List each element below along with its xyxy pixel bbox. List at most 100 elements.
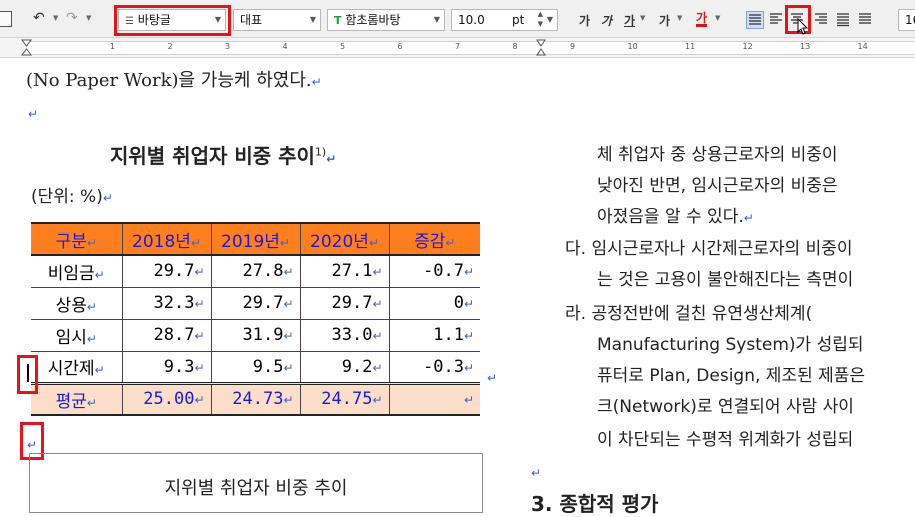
table-cell[interactable]: 27.1↵ (299, 255, 390, 288)
table-cell[interactable]: 32.3↵ (121, 287, 212, 320)
ruler-number: 11 (685, 42, 696, 51)
paragraph-no-paper-work: (No Paper Work)을 가능케 하였다.↵ (26, 70, 322, 91)
table-title: 지위별 취업자 비중 추이1)↵ (110, 144, 337, 168)
right-column-line: 는 것은 고용이 불안해진다는 측면이 (597, 270, 854, 290)
size-stepper-icon[interactable]: ▲ ▼ (538, 10, 543, 29)
document-page[interactable]: (No Paper Work)을 가능케 하였다.↵ ↵ 지위별 취업자 비중 … (0, 58, 915, 516)
table-header-cell[interactable]: 구분↵ (31, 222, 123, 256)
chevron-down-icon: ▼ (433, 15, 440, 24)
unit-label: (단위: %)↵ (31, 187, 113, 207)
align-left-icon[interactable] (768, 11, 786, 29)
strikethrough-button[interactable]: 가 (659, 12, 670, 29)
redo-icon[interactable]: ↷ (66, 10, 78, 26)
table-cell[interactable]: 29.7↵ (210, 287, 301, 320)
right-column-line: 아졌음을 알 수 있다.↵ (597, 207, 754, 227)
style-select-highlight (114, 5, 231, 36)
table-average-cell[interactable]: 25.00↵ (121, 381, 212, 416)
empty-paragraph-mark: ↵ (27, 438, 38, 452)
table-average-cell[interactable]: 24.73↵ (210, 381, 301, 416)
align-right-icon[interactable] (813, 11, 831, 29)
table-cell[interactable]: 1.1↵ (388, 319, 480, 352)
undo-icon[interactable]: ↶ (33, 10, 45, 26)
justify-align-icon[interactable] (746, 11, 764, 29)
table-cell[interactable]: -0.3↵ (388, 351, 480, 384)
table-average-cell[interactable]: 평균↵ (31, 381, 123, 416)
redo-dropdown-icon[interactable]: ▼ (86, 14, 91, 22)
split-align-icon[interactable] (857, 11, 875, 29)
menu-icon[interactable] (0, 11, 12, 27)
ruler-number: 4 (282, 42, 288, 51)
ruler-number: 1 (110, 42, 116, 51)
ruler-number: 2 (167, 42, 173, 51)
strikethrough-dropdown-icon[interactable]: ▼ (677, 14, 682, 22)
horizontal-ruler[interactable]: 123456789101112131415 (0, 38, 915, 58)
section-heading: 3. 종합적 평가 (531, 492, 659, 516)
table-row: 시간제↵ 9.3↵ 9.5↵ 9.2↵ -0.3↵ (31, 351, 480, 384)
ruler-track (26, 41, 915, 55)
table-cell[interactable]: 9.2↵ (299, 351, 390, 384)
font-size-input[interactable]: 10.0 pt ▲ ▼ ▼ (451, 9, 558, 31)
table-cell[interactable]: -0.7↵ (388, 255, 480, 288)
line-spacing-input[interactable]: 16 (898, 9, 915, 31)
underline-dropdown-icon[interactable]: ▼ (640, 14, 645, 22)
chart-box[interactable]: 지위별 취업자 비중 추이 (29, 453, 483, 513)
table-cell[interactable]: 상용↵ (31, 287, 123, 320)
table-cell[interactable]: 31.9↵ (210, 319, 301, 352)
table-cell[interactable]: 9.3↵ (121, 351, 212, 384)
bold-button[interactable]: 가 (579, 12, 590, 29)
table-cell[interactable]: 29.7↵ (121, 255, 212, 288)
table-end-mark: ↵ (487, 371, 498, 385)
font-color-button[interactable]: 가 (696, 12, 708, 27)
table-cell[interactable]: 33.0↵ (299, 319, 390, 352)
language-select[interactable]: 대표 ▼ (233, 9, 321, 31)
table-header-cell[interactable]: 2019년↵ (210, 222, 301, 256)
footnote-mark: 1) (314, 145, 327, 159)
right-column-line: 크(Network)로 연결되어 사람 사이 (597, 397, 854, 417)
right-column-line: 다. 임시근로자나 시간제근로자의 비중이 (565, 239, 853, 259)
table-cell[interactable]: 임시↵ (31, 319, 123, 352)
right-empty-paragraph-mark: ↵ (531, 466, 542, 480)
underline-button[interactable]: 가 (624, 12, 635, 29)
font-select-value: 함초롬바탕 (345, 13, 401, 27)
distribute-align-icon[interactable] (835, 11, 853, 29)
ruler-number: 7 (455, 42, 461, 51)
table-header-cell[interactable]: 증감↵ (388, 222, 480, 256)
table-row: 비임금↵ 29.7↵ 27.8↵ 27.1↵ -0.7↵ (31, 255, 480, 288)
table-cell[interactable]: 9.5↵ (210, 351, 301, 384)
font-color-dropdown-icon[interactable]: ▼ (715, 14, 720, 22)
table-cell[interactable]: 28.7↵ (121, 319, 212, 352)
text-cursor (27, 364, 29, 382)
italic-button[interactable]: 가 (601, 12, 612, 29)
truetype-icon: T (334, 14, 342, 27)
table-row: 상용↵ 32.3↵ 29.7↵ 29.7↵ 0↵ (31, 287, 480, 320)
table-header-row: 구분↵ 2018년↵ 2019년↵ 2020년↵ 증감↵ (31, 222, 480, 256)
table-average-cell[interactable]: ↵ (388, 381, 480, 416)
table-cell[interactable]: 0↵ (388, 287, 480, 320)
ruler-number: 3 (225, 42, 231, 51)
ruler-number: 14 (857, 42, 868, 51)
chevron-down-icon: ▼ (546, 15, 553, 24)
table-header-cell[interactable]: 2018년↵ (121, 222, 212, 256)
undo-dropdown-icon[interactable]: ▼ (53, 14, 58, 22)
ruler-number: 13 (800, 42, 811, 51)
data-table[interactable]: 구분↵ 2018년↵ 2019년↵ 2020년↵ 증감↵ 비임금↵ 29.7↵ 27.8↵ 27… (31, 222, 480, 416)
table-cell[interactable]: 27.8↵ (210, 255, 301, 288)
chart-box-title: 지위별 취업자 비중 추이 (164, 478, 348, 499)
table-row: 임시↵ 28.7↵ 31.9↵ 33.0↵ 1.1↵ (31, 319, 480, 352)
right-column-line: Manufacturing System)가 성립되 (597, 335, 864, 355)
formatting-toolbar: ↶ ▼ ↷ ▼ ☰ 바탕글 ▼ 대표 ▼ T 함초롬바탕 ▼ 10.0 pt ▲… (0, 0, 915, 38)
right-column-line: 낮아진 반면, 임시근로자의 비중은 (597, 176, 838, 196)
font-size-unit: pt (512, 13, 525, 27)
ruler-number: 8 (512, 42, 518, 51)
table-cell[interactable]: 29.7↵ (299, 287, 390, 320)
table-header-cell[interactable]: 2020년↵ (299, 222, 390, 256)
table-average-cell[interactable]: 24.75↵ (299, 381, 390, 416)
font-size-value: 10.0 (458, 13, 485, 27)
line-spacing-value: 16 (905, 13, 915, 27)
table-cell[interactable]: 비임금↵ (31, 255, 123, 288)
ruler-number: 12 (742, 42, 753, 51)
ruler-number: 5 (340, 42, 346, 51)
right-column-line: 이 차단되는 수평적 위계화가 성립되 (597, 430, 854, 450)
font-select[interactable]: T 함초롬바탕 ▼ (327, 9, 445, 31)
table-cell[interactable]: 시간제↵ (31, 351, 123, 384)
